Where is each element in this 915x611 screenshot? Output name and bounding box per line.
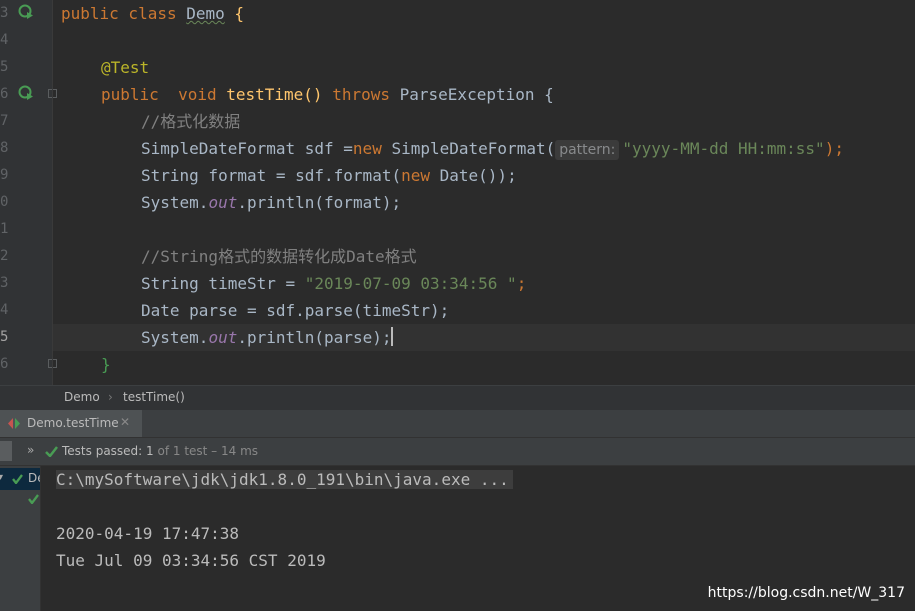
code-text: Date());	[430, 166, 517, 185]
breadcrumb: Demo › testTime()	[0, 385, 915, 410]
tree-row-selected[interactable]: ▾ De	[0, 468, 40, 490]
line-number: 8	[0, 140, 9, 156]
close-icon[interactable]: ✕	[120, 415, 130, 429]
breadcrumb-item[interactable]: testTime()	[123, 390, 185, 404]
code-text: .println(parse);	[237, 328, 392, 347]
code-line-close-brace[interactable]: }	[101, 351, 111, 378]
test-tree[interactable]: ▾ De	[0, 466, 41, 611]
exception-type: ParseException {	[390, 85, 554, 104]
line-number: 6	[0, 86, 9, 102]
expand-arrow-icon[interactable]: ▾	[0, 472, 3, 483]
code-line-timestr[interactable]: String timeStr = "2019-07-09 03:34:56 ";	[141, 270, 526, 297]
code-line-parse[interactable]: Date parse = sdf.parse(timeStr);	[141, 297, 449, 324]
keyword: public class	[61, 4, 187, 23]
code-text: .println(format);	[237, 193, 402, 212]
keyword: throws	[332, 85, 390, 104]
console-line: Tue Jul 09 03:34:56 CST 2019	[56, 551, 326, 570]
code-text: SimpleDateFormat(	[381, 139, 556, 158]
code-line-annotation[interactable]: @Test	[101, 54, 149, 81]
code-line-format[interactable]: String format = sdf.format(new Date());	[141, 162, 517, 189]
code-line-comment[interactable]: //String格式的数据转化成Date格式	[141, 243, 417, 270]
editor-gutter: 3 4 5 6 7 8 9 0 1 2 3 4 5 6	[0, 0, 57, 385]
line-number: 5	[0, 329, 9, 345]
status-label: Tests passed:	[62, 444, 147, 458]
comment: //格式化数据	[141, 112, 241, 131]
run-config-icon	[8, 418, 20, 429]
line-number: 3	[0, 275, 9, 291]
code-text: System.	[141, 328, 209, 347]
console-line: 2020-04-19 17:47:38	[56, 524, 240, 543]
line-number: 0	[0, 194, 9, 210]
line-number: 1	[0, 221, 9, 237]
code-line-comment[interactable]: //格式化数据	[141, 108, 240, 135]
console-line: C:\mySoftware\jdk\jdk1.8.0_191\bin\java.…	[56, 466, 513, 493]
tool-button[interactable]	[0, 441, 12, 461]
check-icon	[28, 494, 39, 504]
parens: ()	[303, 85, 333, 104]
line-number: 2	[0, 248, 9, 264]
code-text: SimpleDateFormat sdf =	[141, 139, 353, 158]
code-text: String format = sdf.format(	[141, 166, 402, 185]
keyword: void	[158, 85, 227, 104]
brace: {	[224, 4, 245, 23]
run-tab-bar: Demo.testTime ✕	[0, 410, 915, 438]
code-text: String timeStr =	[141, 274, 305, 293]
static-field: out	[208, 328, 238, 347]
tree-item-label: De	[28, 471, 40, 485]
code-line-sdf[interactable]: SimpleDateFormat sdf =new SimpleDateForm…	[141, 135, 844, 162]
code-line-println-format[interactable]: System.out.println(format);	[141, 189, 401, 216]
code-editor[interactable]: 3 4 5 6 7 8 9 0 1 2 3 4 5 6 public class…	[0, 0, 915, 385]
run-toolbar: » Tests passed: 1 of 1 test – 14 ms	[0, 438, 915, 466]
code-line-class-decl[interactable]: public class Demo {	[61, 0, 244, 27]
passed-count: 1	[146, 444, 154, 458]
run-test-method-icon[interactable]	[18, 85, 34, 101]
line-number: 5	[0, 59, 9, 75]
line-number: 7	[0, 113, 9, 129]
double-chevron-icon[interactable]: »	[27, 443, 34, 457]
text-cursor	[391, 327, 394, 346]
code-text: System.	[141, 193, 209, 212]
keyword: new	[401, 166, 430, 185]
check-icon	[45, 446, 58, 457]
code-text: Date parse = sdf.parse(timeStr);	[141, 301, 450, 320]
code-text: );	[824, 139, 844, 158]
run-tab-label: Demo.testTime	[27, 416, 119, 430]
line-number: 9	[0, 167, 9, 183]
run-test-class-icon[interactable]	[18, 4, 34, 20]
status-detail: of 1 test – 14 ms	[153, 444, 259, 458]
code-line-println-parse[interactable]: System.out.println(parse);	[141, 324, 394, 351]
test-status: Tests passed: 1 of 1 test – 14 ms	[62, 444, 258, 458]
breadcrumb-item[interactable]: Demo	[64, 390, 100, 404]
class-name: Demo	[186, 4, 225, 23]
run-tab[interactable]: Demo.testTime ✕	[0, 410, 142, 437]
keyword: new	[352, 139, 382, 158]
keyword: public	[101, 85, 159, 104]
line-number: 3	[0, 5, 9, 21]
static-field: out	[208, 193, 238, 212]
parameter-hint: pattern:	[555, 140, 620, 160]
comment: //String格式的数据转化成Date格式	[141, 247, 417, 266]
string-literal: "yyyy-MM-dd HH:mm:ss"	[622, 139, 825, 158]
method-name: testTime	[226, 85, 304, 104]
code-line-method-decl[interactable]: public void testTime() throws ParseExcep…	[101, 81, 554, 108]
string-literal: "2019-07-09 03:34:56 "	[304, 274, 517, 293]
line-number: 6	[0, 356, 9, 372]
brace: }	[101, 355, 111, 374]
annotation: @Test	[101, 58, 150, 77]
command-line[interactable]: C:\mySoftware\jdk\jdk1.8.0_191\bin\java.…	[56, 470, 513, 489]
line-number: 4	[0, 302, 9, 318]
code-text: ;	[516, 274, 527, 293]
check-icon	[12, 474, 23, 484]
chevron-right-icon: ›	[108, 390, 113, 404]
line-number: 4	[0, 32, 9, 48]
watermark: https://blog.csdn.net/W_317	[707, 585, 905, 601]
